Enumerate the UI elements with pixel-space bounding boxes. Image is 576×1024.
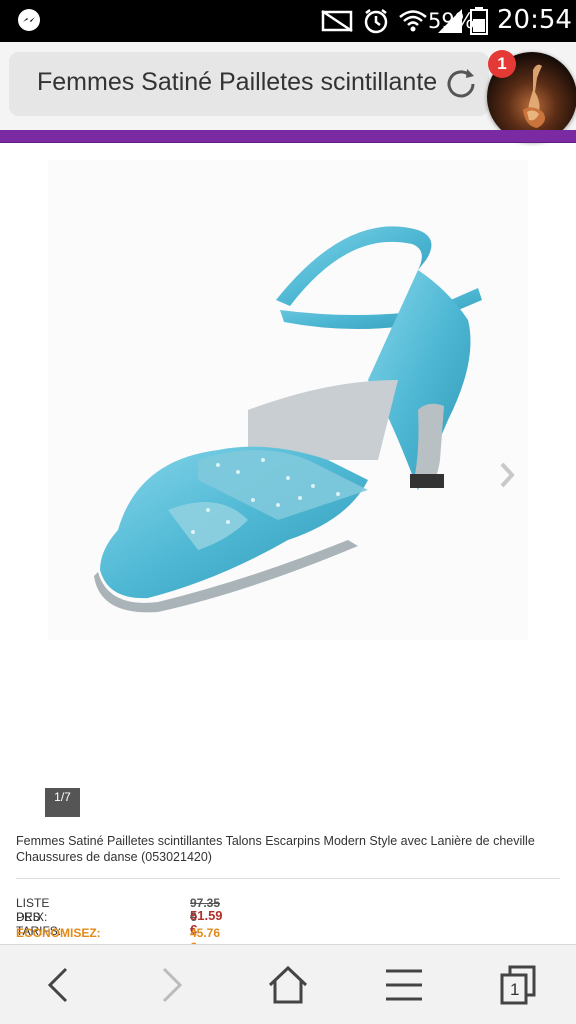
browser-navigation-bar: 1: [0, 944, 576, 1024]
home-icon[interactable]: [266, 963, 310, 1007]
alarm-icon: [364, 9, 388, 34]
battery-icon: [470, 7, 488, 35]
reload-icon[interactable]: [443, 66, 479, 102]
battery-percent: 59%: [428, 9, 475, 33]
divider: [16, 878, 560, 879]
wifi-icon: [399, 10, 427, 32]
savings-label: ECONOMISEZ:: [16, 926, 101, 940]
tabs-button[interactable]: 1: [496, 963, 540, 1007]
address-bar[interactable]: Femmes Satiné Pailletes scintillante: [9, 52, 489, 116]
mute-icon: [321, 9, 353, 33]
tabs-count: 1: [510, 980, 520, 999]
image-counter: 1/7: [45, 788, 80, 817]
product-shoe-image: [94, 226, 482, 613]
status-bar: 59% 20:54: [0, 0, 576, 42]
back-icon[interactable]: [36, 963, 80, 1007]
clock: 20:54: [497, 5, 572, 35]
notification-badge: 1: [488, 50, 516, 78]
messenger-icon: [18, 9, 40, 31]
price-label: PRIX:: [16, 910, 48, 924]
page-title: Femmes Satiné Pailletes scintillante: [37, 68, 438, 96]
product-image-gallery[interactable]: [48, 160, 528, 640]
site-header-strip: [0, 130, 576, 143]
menu-icon[interactable]: [382, 963, 426, 1007]
product-title: Femmes Satiné Pailletes scintillantes Ta…: [16, 834, 535, 864]
next-image-arrow[interactable]: [496, 460, 518, 490]
forward-icon[interactable]: [150, 963, 194, 1007]
